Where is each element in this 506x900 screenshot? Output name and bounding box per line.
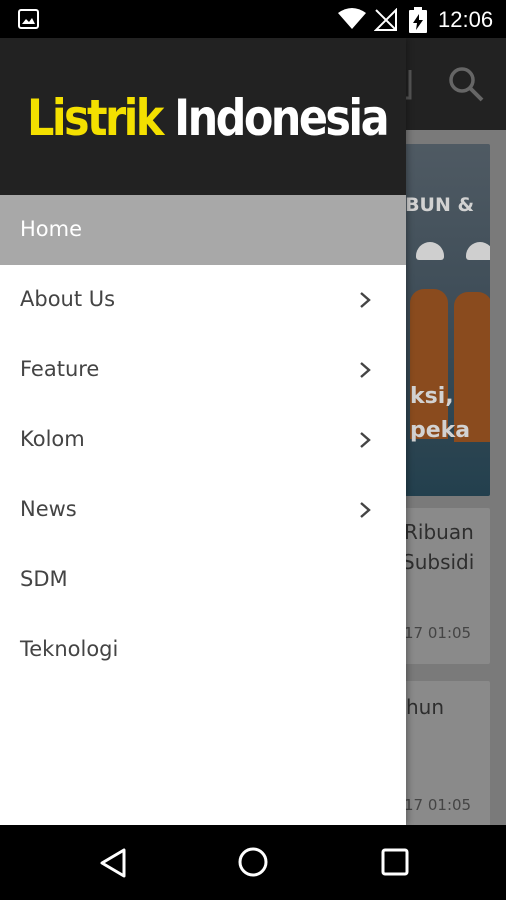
menu-item-label: Teknologi [20, 637, 119, 661]
home-icon[interactable] [236, 845, 270, 879]
image-notification-icon [18, 9, 39, 29]
chevron-right-icon [360, 432, 371, 448]
system-nav-bar [0, 825, 506, 900]
chevron-right-icon [360, 502, 371, 518]
logo-text-listrik: Listrik [27, 89, 164, 147]
menu-item-news[interactable]: News [0, 475, 406, 545]
menu-item-label: Feature [20, 357, 100, 381]
menu-item-label: News [20, 497, 77, 521]
menu-item-label: Home [20, 217, 83, 241]
logo-text-indonesia: Indonesia [174, 89, 389, 147]
battery-charging-icon [409, 7, 427, 33]
navigation-drawer: Listrik Indonesia Home About Us Feature … [0, 38, 406, 825]
article-title: Subsidi [402, 550, 475, 574]
menu-item-kolom[interactable]: Kolom [0, 405, 406, 475]
photo-caption: ksi, [410, 384, 454, 409]
photo-caption: peka [410, 418, 471, 443]
photo-figure [410, 289, 448, 439]
article-date: 17 01:05 [404, 624, 472, 642]
recent-apps-icon[interactable] [380, 847, 410, 877]
article-title: Ribuan [404, 520, 474, 544]
article-date: 17 01:05 [404, 796, 472, 814]
status-clock: 12:06 [438, 7, 494, 32]
menu-item-label: About Us [20, 287, 116, 311]
photo-caption: IBUN & [398, 194, 475, 216]
menu-item-home[interactable]: Home [0, 195, 406, 265]
status-bar: 12:06 [0, 0, 506, 38]
menu-item-label: Kolom [20, 427, 85, 451]
menu-item-sdm[interactable]: SDM [0, 545, 406, 615]
screen: 12:06 IBUN & ksi, peka Ribuan Subsidi 17… [0, 0, 506, 900]
menu-item-label: SDM [20, 567, 68, 591]
search-icon[interactable] [446, 64, 486, 104]
menu-item-teknologi[interactable]: Teknologi [0, 615, 406, 685]
wifi-icon [338, 8, 366, 29]
brand-logo: Listrik Indonesia [27, 88, 390, 148]
menu-item-feature[interactable]: Feature [0, 335, 406, 405]
photo-helmet [466, 242, 490, 260]
drawer-menu: Home About Us Feature Kolom News SDM Tek… [0, 195, 406, 685]
article-title: hun [406, 695, 445, 719]
chevron-right-icon [360, 292, 371, 308]
drawer-header: Listrik Indonesia [0, 38, 406, 195]
chevron-right-icon [360, 362, 371, 378]
no-signal-icon [374, 8, 397, 31]
back-icon[interactable] [98, 847, 130, 879]
menu-item-about-us[interactable]: About Us [0, 265, 406, 335]
